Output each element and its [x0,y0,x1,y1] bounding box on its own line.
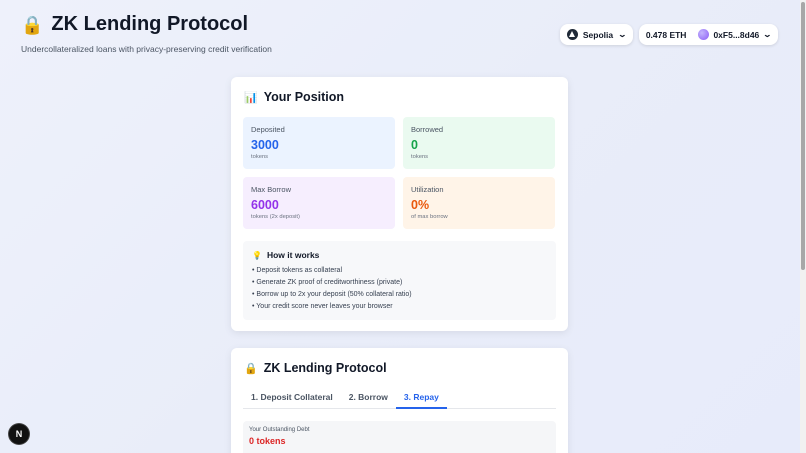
debt-value: 0 tokens [249,436,286,446]
position-card: 📊 Your Position Deposited 3000 tokens Bo… [231,77,568,331]
tab-bar: 1. Deposit Collateral 2. Borrow 3. Repay [243,388,556,409]
stat-sub: tokens [411,154,429,160]
wallet-balance: 0.478 ETH [645,29,687,40]
stat-label: Deposited [251,125,285,134]
lock-icon: 🔒 [244,362,258,375]
avatar [698,29,710,40]
stats-grid: Deposited 3000 tokens Borrowed 0 tokens … [243,117,556,229]
outstanding-debt-box: Your Outstanding Debt 0 tokens [243,421,556,453]
stat-value: 0% [411,198,430,212]
account-button[interactable]: 0.478 ETH 0xF5...8d46 ⌄ [638,24,778,45]
stat-utilization: Utilization 0% of max borrow [403,177,555,229]
stat-label: Borrowed [411,125,444,134]
scrollbar[interactable] [800,0,806,453]
stat-deposited: Deposited 3000 tokens [243,117,395,169]
bar-chart-icon: 📊 [244,91,258,104]
protocol-card: 🔒 ZK Lending Protocol 1. Deposit Collate… [231,348,568,453]
scrollbar-thumb[interactable] [801,2,805,270]
list-item: • Deposit tokens as collateral [252,267,342,274]
stat-sub: of max borrow [411,214,448,220]
stat-label: Max Borrow [251,185,292,194]
how-it-works-box: 💡 How it works • Deposit tokens as colla… [243,241,556,320]
network-name: Sepolia [582,29,614,40]
stat-value: 0 [411,138,418,152]
stat-value: 6000 [251,198,279,212]
lock-icon: 🔒 [21,14,44,35]
ethereum-icon [566,29,578,40]
list-item: • Generate ZK proof of creditworthiness … [252,279,403,286]
header: 🔒 ZK Lending Protocol Undercollateralize… [21,13,272,54]
tab-borrow[interactable]: 2. Borrow [341,388,396,409]
stat-sub: tokens [251,154,269,160]
app-subtitle: Undercollateralized loans with privacy-p… [21,44,272,54]
debt-label: Your Outstanding Debt [249,427,310,433]
nextjs-dev-badge[interactable]: N [9,424,29,444]
protocol-title: 🔒 ZK Lending Protocol [244,361,387,375]
how-it-works-title-text: How it works [266,250,320,260]
stat-borrowed: Borrowed 0 tokens [403,117,555,169]
how-it-works-title: 💡 How it works [252,250,547,260]
tab-deposit-collateral[interactable]: 1. Deposit Collateral [243,388,341,409]
list-item: • Borrow up to 2x your deposit (50% coll… [252,291,412,298]
app-title-text: ZK Lending Protocol [51,13,249,35]
protocol-title-text: ZK Lending Protocol [263,361,387,375]
wallet-controls: Sepolia ⌄ 0.478 ETH 0xF5...8d46 ⌄ [559,24,778,45]
stat-sub: tokens (2x deposit) [251,214,300,220]
app-title: 🔒 ZK Lending Protocol [21,13,272,36]
position-title-text: Your Position [263,90,345,104]
list-item: • Your credit score never leaves your br… [252,303,393,310]
lightbulb-icon: 💡 [252,250,262,260]
tab-repay[interactable]: 3. Repay [395,388,447,409]
stat-max-borrow: Max Borrow 6000 tokens (2x deposit) [243,177,395,229]
chevron-down-icon: ⌄ [617,30,628,39]
wallet-address: 0xF5...8d46 [713,29,760,40]
stat-value: 3000 [251,138,279,152]
how-it-works-list: • Deposit tokens as collateral • Generat… [252,265,547,313]
position-title: 📊 Your Position [244,90,344,104]
stat-label: Utilization [411,185,444,194]
chevron-down-icon: ⌄ [762,30,773,39]
network-selector[interactable]: Sepolia ⌄ [559,24,633,45]
